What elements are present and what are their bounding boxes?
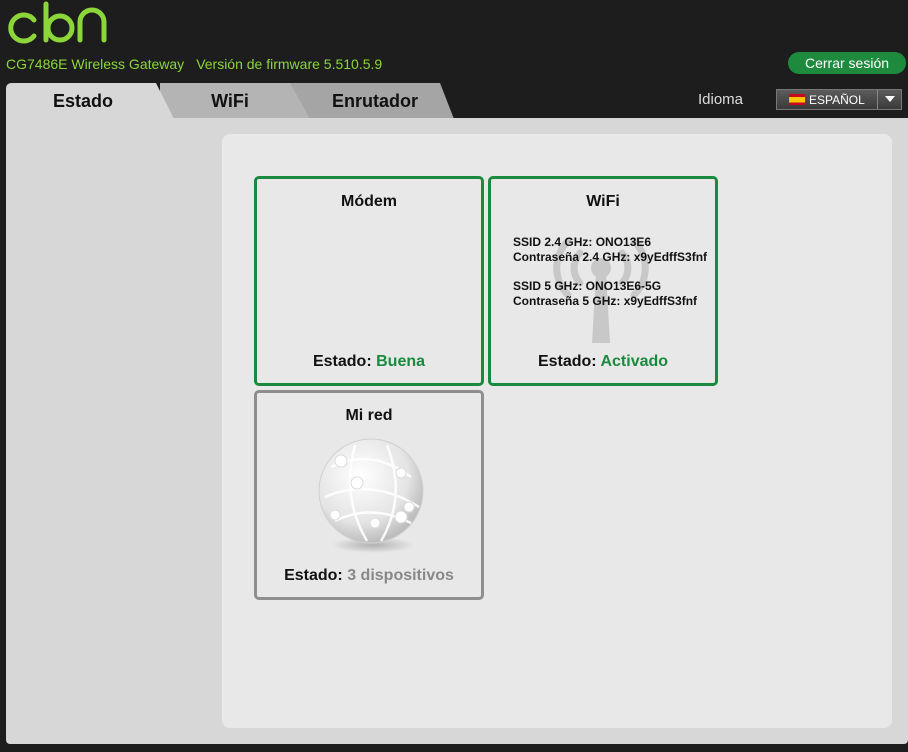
divider	[877, 90, 878, 109]
modem-card[interactable]: Módem Estado: Buena	[254, 176, 484, 386]
wifi-info: SSID 2.4 GHz: ONO13E6 Contraseña 2.4 GHz…	[513, 235, 707, 309]
network-status: Estado: 3 dispositivos	[257, 567, 481, 585]
status-content: Módem Estado: Buena WiFi SSID 2.4 GHz: O…	[222, 134, 892, 728]
network-card[interactable]: Mi red Estado: 3 dispositivos	[254, 390, 484, 600]
logout-button[interactable]: Cerrar sesión	[788, 52, 906, 74]
modem-status: Estado: Buena	[257, 353, 481, 371]
card-title: Módem	[341, 193, 397, 210]
language-select[interactable]: ESPAÑOL	[776, 89, 902, 110]
tab-estado[interactable]: Estado	[6, 83, 196, 119]
password-24: Contraseña 2.4 GHz: x9yEdffS3fnf	[513, 250, 708, 264]
tab-label: WiFi	[211, 90, 249, 111]
device-info: CG7486E Wireless Gateway Versión de firmw…	[6, 56, 382, 72]
spain-flag-icon	[789, 94, 805, 105]
wifi-card[interactable]: WiFi SSID 2.4 GHz: ONO13E6 Contraseña 2.…	[488, 176, 718, 386]
cbn-logo	[8, 1, 107, 44]
password-5: Contraseña 5 GHz: x9yEdffS3fnf	[513, 294, 698, 308]
main-panel: Módem Estado: Buena WiFi SSID 2.4 GHz: O…	[6, 118, 908, 744]
tab-label: Enrutador	[331, 90, 418, 111]
status-value: Buena	[376, 353, 426, 370]
status-label: Estado:	[284, 567, 343, 584]
status-value: 3 dispositivos	[347, 567, 454, 584]
chevron-down-icon[interactable]	[885, 96, 895, 102]
globe-network-icon	[318, 438, 424, 553]
wifi-status: Estado: Activado	[491, 353, 715, 371]
model-name: CG7486E Wireless Gateway	[6, 56, 185, 72]
card-title: WiFi	[586, 193, 620, 210]
status-value: Activado	[600, 353, 669, 370]
status-label: Estado:	[537, 353, 597, 370]
language-selected: ESPAÑOL	[809, 92, 865, 107]
firmware-version: Versión de firmware 5.510.5.9	[196, 56, 383, 72]
ssid-24: SSID 2.4 GHz: ONO13E6	[513, 235, 652, 249]
status-label: Estado:	[312, 353, 372, 370]
tab-label: Estado	[52, 90, 113, 111]
card-title: Mi red	[345, 407, 393, 424]
ssid-5: SSID 5 GHz: ONO13E6-5G	[513, 279, 662, 293]
language-label: Idioma	[698, 91, 744, 108]
